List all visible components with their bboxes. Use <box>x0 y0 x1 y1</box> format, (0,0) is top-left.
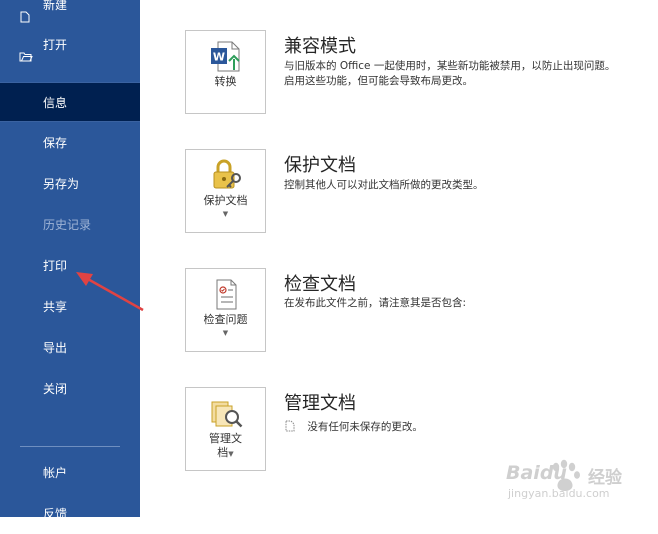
nav-label: 打开 <box>43 38 68 52</box>
watermark-url: jingyan.baidu.com <box>508 487 610 500</box>
nav-item-close[interactable]: 关闭 <box>0 369 140 409</box>
manage-document-button-label-line2: 档▼ <box>217 446 234 459</box>
compat-mode-title: 兼容模式 <box>284 36 356 57</box>
manage-document-desc-row: 没有任何未保存的更改。 <box>284 420 656 435</box>
document-versions-icon <box>208 396 244 432</box>
nav-label: 历史记录 <box>43 218 92 232</box>
watermark-brand-cn: 经验 <box>588 468 622 488</box>
compat-mode-desc-line1: 与旧版本的 Office 一起使用时，某些新功能被禁用，以防止出现问题。 <box>284 60 616 72</box>
word-convert-icon: W <box>208 39 244 75</box>
nav-item-share[interactable]: 共享 <box>0 287 140 327</box>
checklist-icon <box>208 277 244 313</box>
inspect-document-desc: 在发布此文件之前，请注意其是否包含: <box>284 297 467 309</box>
folder-open-icon <box>19 39 33 62</box>
nav-label: 另存为 <box>43 177 80 191</box>
nav-item-info[interactable]: 信息 <box>0 82 140 122</box>
nav-label: 帐户 <box>43 466 68 480</box>
lock-key-icon <box>208 158 244 194</box>
check-issues-button[interactable]: 检查问题 ▼ <box>185 268 266 352</box>
nav-item-open[interactable]: 打开 <box>0 25 140 65</box>
nav-label: 打印 <box>43 259 68 273</box>
compat-mode-desc-line2: 启用这些功能，但可能会导致布局更改。 <box>284 75 473 87</box>
backstage-sidebar: 新建 打开 信息 保存 另存为 历史记录 打印 共享 导出 关闭 帐户 反馈 <box>0 0 140 521</box>
protect-document-button[interactable]: 保护文档 ▼ <box>185 149 266 233</box>
document-icon <box>285 420 295 432</box>
nav-item-account[interactable]: 帐户 <box>0 453 140 493</box>
manage-document-button-label-line1: 管理文 <box>209 432 242 445</box>
convert-button[interactable]: W 转换 <box>185 30 266 114</box>
protect-document-title: 保护文档 <box>284 155 356 176</box>
manage-document-desc: 没有任何未保存的更改。 <box>307 421 423 433</box>
manage-document-title: 管理文档 <box>284 393 356 414</box>
protect-document-desc: 控制其他人可以对此文档所做的更改类型。 <box>284 179 484 191</box>
nav-label: 保存 <box>43 136 68 150</box>
nav-label: 新建 <box>43 0 68 12</box>
chevron-down-icon: ▼ <box>222 210 229 218</box>
nav-item-save[interactable]: 保存 <box>0 123 140 163</box>
baidu-watermark: Baidu 经验 jingyan.baidu.com <box>478 455 653 515</box>
convert-button-label: 转换 <box>214 75 237 88</box>
nav-item-print[interactable]: 打印 <box>0 246 140 286</box>
nav-label: 反馈 <box>43 507 68 521</box>
protect-document-button-label: 保护文档 <box>203 194 248 207</box>
nav-label: 导出 <box>43 341 68 355</box>
nav-item-new[interactable]: 新建 <box>0 0 140 25</box>
nav-label: 信息 <box>43 96 68 110</box>
nav-item-history: 历史记录 <box>0 205 140 245</box>
info-panel: W 转换 兼容模式 与旧版本的 Office 一起使用时，某些新功能被禁用，以防… <box>140 0 658 517</box>
watermark-brand: Baidu <box>506 462 567 484</box>
nav-item-save-as[interactable]: 另存为 <box>0 164 140 204</box>
svg-text:W: W <box>213 51 225 64</box>
manage-document-button[interactable]: 管理文 档▼ <box>185 387 266 471</box>
sidebar-divider <box>20 446 120 447</box>
chevron-down-icon: ▼ <box>222 329 229 337</box>
nav-item-feedback[interactable]: 反馈 <box>0 494 140 534</box>
nav-label: 共享 <box>43 300 68 314</box>
new-document-icon <box>19 0 31 23</box>
nav-label: 关闭 <box>43 382 68 396</box>
check-issues-button-label: 检查问题 <box>203 313 248 326</box>
inspect-document-title: 检查文档 <box>284 274 356 295</box>
nav-item-export[interactable]: 导出 <box>0 328 140 368</box>
